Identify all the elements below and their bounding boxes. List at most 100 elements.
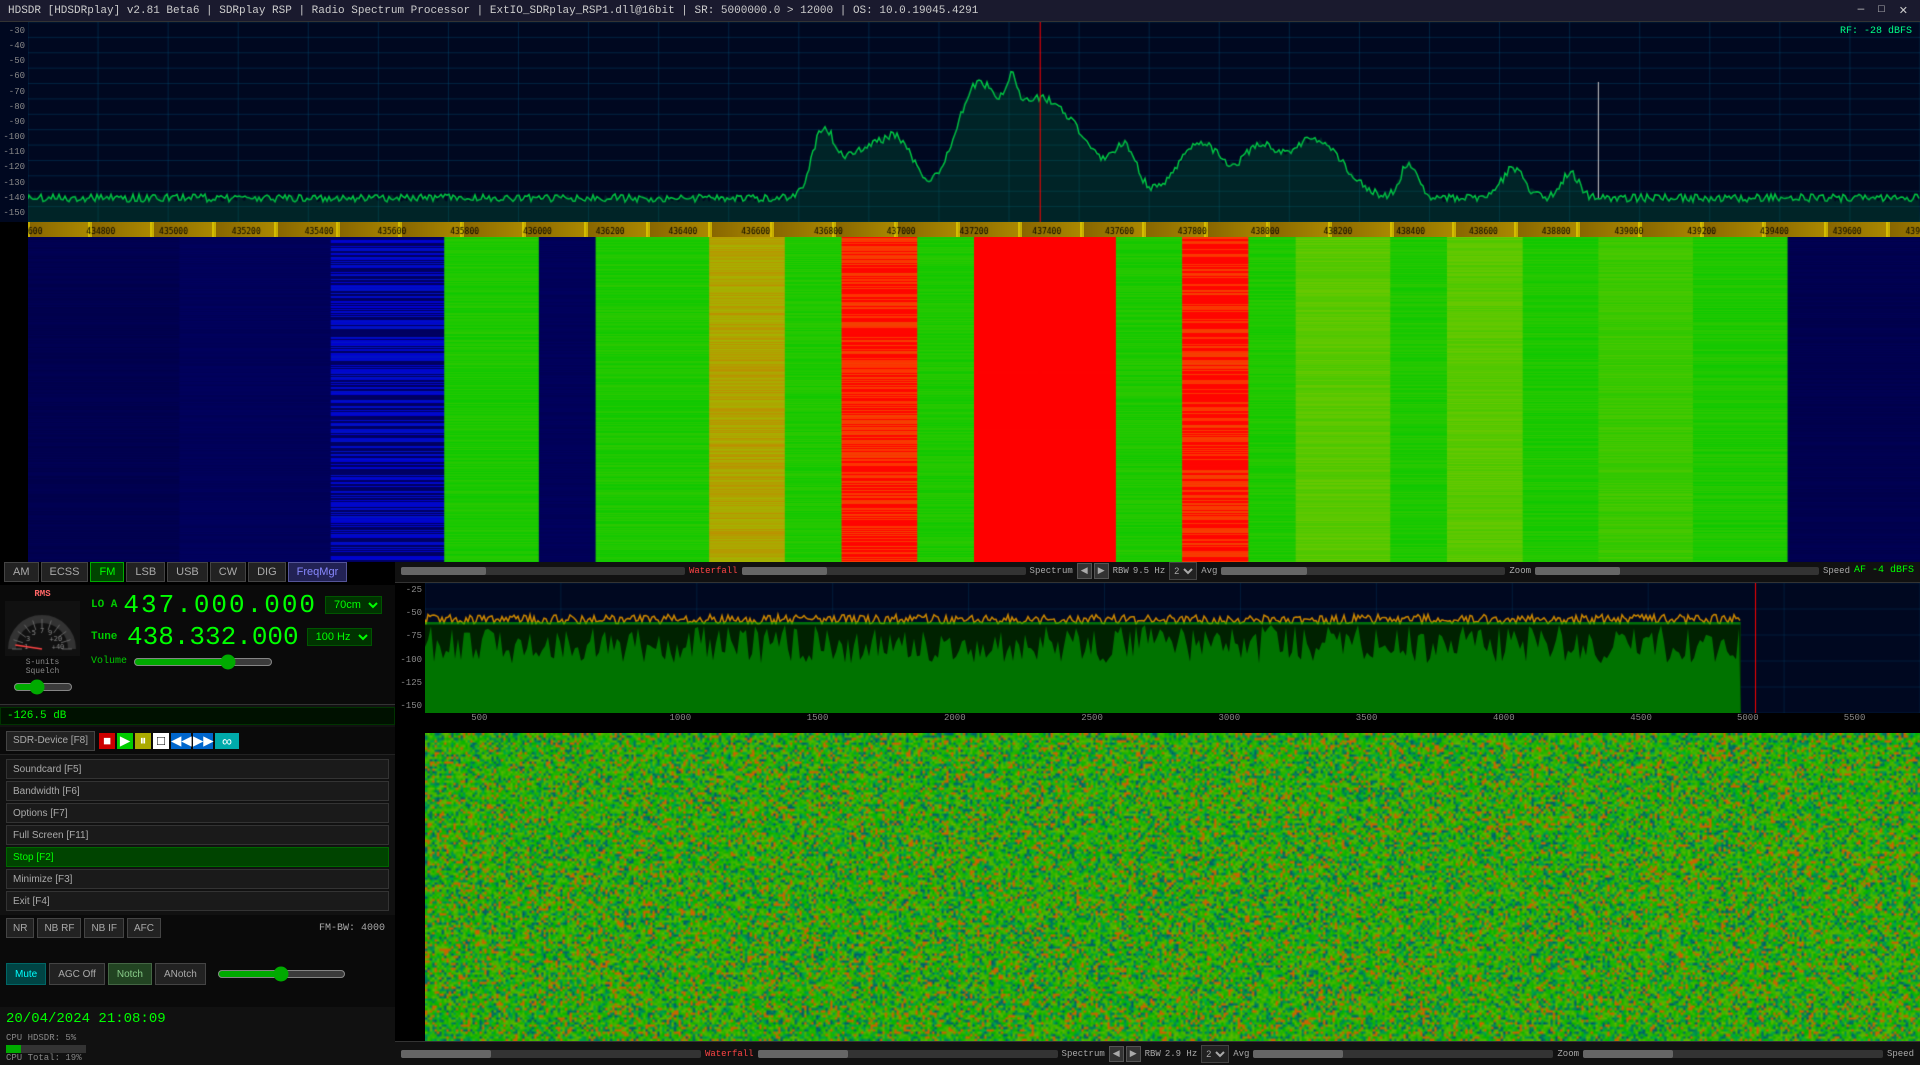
rf-level: RF: -28 dBFS bbox=[1840, 26, 1912, 37]
y-tick: -100 bbox=[0, 132, 28, 142]
maximize-button[interactable]: □ bbox=[1874, 4, 1889, 18]
spectrum-label: Spectrum bbox=[1030, 566, 1073, 576]
x-tick-1500: 1500 bbox=[807, 713, 829, 723]
mode-lsb[interactable]: LSB bbox=[126, 562, 165, 582]
lo-label: LO A bbox=[91, 599, 117, 611]
mode-ecss[interactable]: ECSS bbox=[41, 562, 89, 582]
prev-button[interactable]: ◀◀ bbox=[171, 733, 191, 749]
spectrum-plot[interactable]: RF: -28 dBFS bbox=[28, 22, 1920, 222]
band-select[interactable]: 70cm bbox=[325, 596, 382, 614]
spectrum-scrollbar[interactable] bbox=[742, 567, 1026, 575]
exit-button[interactable]: Exit [F4] bbox=[6, 891, 389, 911]
afc-button[interactable]: AFC bbox=[127, 918, 161, 938]
main-layout: -30 -40 -50 -60 -70 -80 -90 -100 -110 -1… bbox=[0, 22, 1920, 1050]
rbw-value: 9.5 Hz bbox=[1133, 566, 1165, 576]
x-axis-bar: 500 1000 1500 2000 2500 3000 3500 4000 4… bbox=[395, 713, 1920, 733]
mode-am[interactable]: AM bbox=[4, 562, 39, 582]
spectrum-nav: ◀ ▶ bbox=[1077, 563, 1109, 579]
close-button[interactable]: ✕ bbox=[1895, 4, 1912, 18]
speed-label: Speed bbox=[1823, 566, 1850, 576]
rbw-value2: 2.9 Hz bbox=[1165, 1049, 1197, 1059]
mode-usb[interactable]: USB bbox=[167, 562, 208, 582]
right-y-axis-bottom bbox=[395, 733, 425, 1041]
soundcard-button[interactable]: Soundcard [F5] bbox=[6, 759, 389, 779]
next-button[interactable]: ▶▶ bbox=[193, 733, 213, 749]
minimize-button-f3[interactable]: Minimize [F3] bbox=[6, 869, 389, 889]
spectrum-next2[interactable]: ▶ bbox=[1126, 1046, 1141, 1062]
squelch-slider[interactable] bbox=[13, 679, 73, 695]
bottom-section: AM ECSS FM LSB USB CW DIG FreqMgr RMS S-… bbox=[0, 559, 1920, 1065]
cpu-bar bbox=[6, 1045, 86, 1053]
sdr-device-button[interactable]: SDR-Device [F8] bbox=[6, 731, 95, 751]
spectrum-area: -30 -40 -50 -60 -70 -80 -90 -100 -110 -1… bbox=[0, 22, 1920, 222]
zoom-scrollbar[interactable] bbox=[1535, 567, 1819, 575]
volume-slider[interactable] bbox=[133, 654, 273, 670]
inf-button[interactable]: ∞ bbox=[215, 733, 239, 749]
spectrum-prev2[interactable]: ◀ bbox=[1109, 1046, 1124, 1062]
waterfall-scrollbar[interactable] bbox=[401, 567, 685, 575]
right-spectrum-canvas[interactable] bbox=[425, 583, 1920, 713]
af-level: AF -4 dBFS bbox=[1854, 565, 1914, 576]
spectrum-label2: Spectrum bbox=[1062, 1049, 1105, 1059]
s-meter-canvas bbox=[5, 601, 80, 656]
agc-off-button[interactable]: AGC Off bbox=[49, 963, 105, 985]
notch-button[interactable]: Notch bbox=[108, 963, 152, 985]
spectrum-prev[interactable]: ◀ bbox=[1077, 563, 1092, 579]
minimize-button[interactable]: — bbox=[1854, 4, 1869, 18]
cpu-fill bbox=[6, 1045, 21, 1053]
y-tick: -110 bbox=[0, 147, 28, 157]
mode-freqmgr[interactable]: FreqMgr bbox=[288, 562, 348, 582]
right-y-tick: -125 bbox=[395, 678, 425, 688]
nb-if-button[interactable]: NB IF bbox=[84, 918, 124, 938]
right-spectrum-area[interactable]: -25 -50 -75 -100 -125 -150 bbox=[395, 583, 1920, 713]
y-tick: -90 bbox=[0, 117, 28, 127]
zoom-label: Zoom bbox=[1509, 566, 1531, 576]
fmbw-label: FM-BW: 4000 bbox=[319, 923, 389, 934]
pause-button[interactable]: ⏸ bbox=[135, 733, 151, 749]
y-tick: -120 bbox=[0, 162, 28, 172]
fullscreen-button[interactable]: Full Screen [F11] bbox=[6, 825, 389, 845]
avg-scrollbar[interactable] bbox=[1221, 567, 1505, 575]
anotch-button[interactable]: ANotch bbox=[155, 963, 206, 985]
avg-select2[interactable]: 248 bbox=[1201, 1045, 1229, 1063]
mode-dig[interactable]: DIG bbox=[248, 562, 286, 582]
waterfall-plot[interactable] bbox=[28, 237, 1920, 562]
spectrum-scrollbar2[interactable] bbox=[758, 1050, 1058, 1058]
play-button[interactable]: ▶ bbox=[117, 733, 133, 749]
spectrum-next[interactable]: ▶ bbox=[1094, 563, 1109, 579]
filter-slider[interactable] bbox=[217, 944, 346, 1004]
avg-scrollbar2[interactable] bbox=[1253, 1050, 1553, 1058]
square-button[interactable]: □ bbox=[153, 733, 169, 749]
right-waterfall-canvas[interactable] bbox=[425, 733, 1920, 1041]
freq-bar bbox=[28, 222, 1920, 237]
waterfall-area[interactable] bbox=[0, 237, 1920, 562]
options-button[interactable]: Options [F7] bbox=[6, 803, 389, 823]
nr-button[interactable]: NR bbox=[6, 918, 34, 938]
stop-button-f2[interactable]: Stop [F2] bbox=[6, 847, 389, 867]
right-waterfall-area[interactable] bbox=[395, 733, 1920, 1041]
y-tick: -140 bbox=[0, 193, 28, 203]
func-btns: Soundcard [F5] Bandwidth [F6] Options [F… bbox=[0, 755, 395, 915]
avg-select[interactable]: 248 bbox=[1169, 562, 1197, 580]
spectrum-y-axis: -30 -40 -50 -60 -70 -80 -90 -100 -110 -1… bbox=[0, 22, 28, 222]
nb-rf-button[interactable]: NB RF bbox=[37, 918, 81, 938]
mode-fm[interactable]: FM bbox=[90, 562, 124, 582]
stop-button[interactable]: ■ bbox=[99, 733, 115, 749]
right-y-tick: -75 bbox=[395, 631, 425, 641]
left-controls: AM ECSS FM LSB USB CW DIG FreqMgr RMS S-… bbox=[0, 559, 395, 1065]
window-controls: — □ ✕ bbox=[1854, 4, 1912, 18]
avg-label2: Avg bbox=[1233, 1049, 1249, 1059]
bandwidth-button[interactable]: Bandwidth [F6] bbox=[6, 781, 389, 801]
datetime-display: 20/04/2024 21:08:09 bbox=[0, 1007, 395, 1031]
x-tick-2500: 2500 bbox=[1081, 713, 1103, 723]
right-y-tick: -25 bbox=[395, 585, 425, 595]
step-select[interactable]: 100 Hz bbox=[307, 628, 372, 646]
mute-button[interactable]: Mute bbox=[6, 963, 46, 985]
mode-cw[interactable]: CW bbox=[210, 562, 246, 582]
waterfall-scrollbar2[interactable] bbox=[401, 1050, 701, 1058]
zoom-label2: Zoom bbox=[1557, 1049, 1579, 1059]
x-tick-500: 500 bbox=[471, 713, 487, 723]
right-y-axis-top: -25 -50 -75 -100 -125 -150 bbox=[395, 583, 425, 713]
right-y-tick: -50 bbox=[395, 608, 425, 618]
zoom-scrollbar2[interactable] bbox=[1583, 1050, 1883, 1058]
